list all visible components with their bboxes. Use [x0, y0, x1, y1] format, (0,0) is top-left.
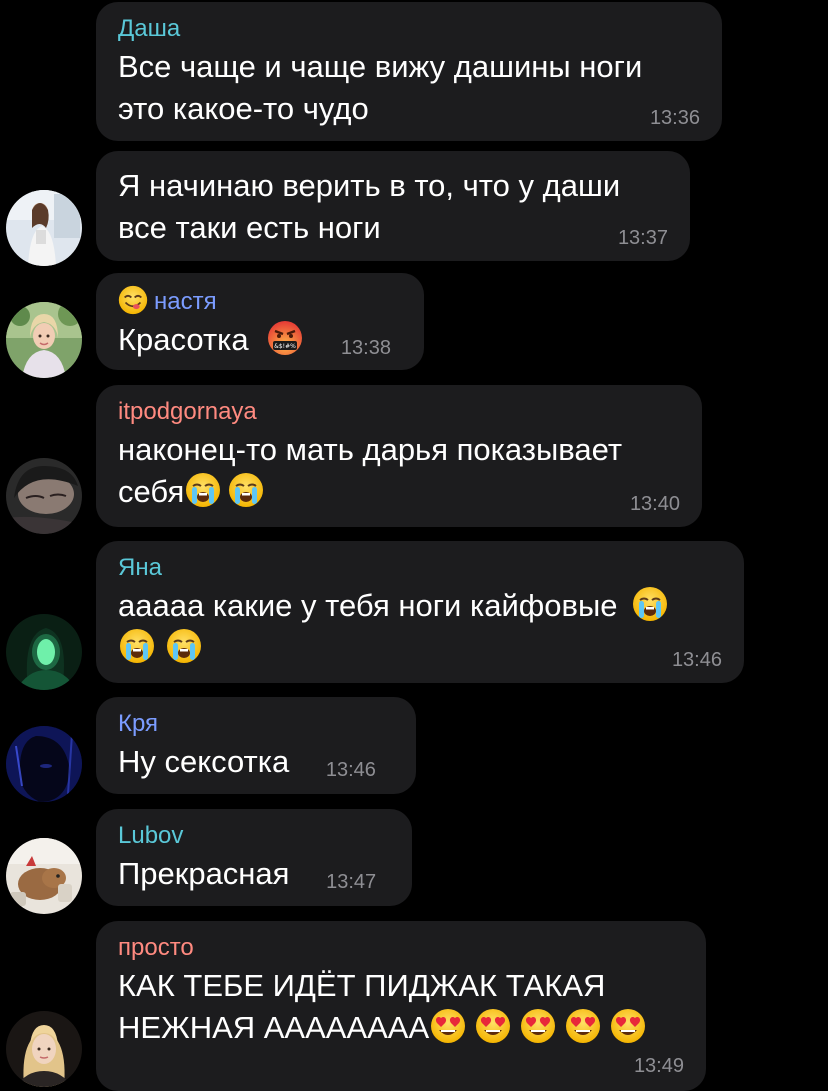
loudly-crying-face-emoji [166, 628, 202, 664]
message-bubble[interactable]: Я начинаю верить в то, что у даши все та… [96, 151, 690, 261]
sender-name[interactable]: Яна [118, 553, 722, 583]
blonde-girl-avatar[interactable] [6, 302, 82, 378]
message-text-line: Я начинаю верить в то, что у даши [118, 168, 621, 203]
blonde-portrait-avatar[interactable] [6, 1011, 82, 1087]
message-text-line: КАК ТЕБЕ ИДЁТ ПИДЖАК ТАКАЯ [118, 968, 606, 1003]
message-text-line: НЕЖНАЯ АААААААА [118, 1007, 684, 1049]
message-time: 13:49 [633, 1055, 684, 1077]
message-bubble[interactable]: Яна ааааа какие у тебя ноги кайфовые 13:… [96, 541, 744, 683]
loudly-crying-face-emoji [228, 472, 264, 508]
sender-name[interactable]: настя [118, 285, 402, 317]
girl-light-room-avatar[interactable] [6, 190, 82, 266]
message-time: 13:40 [629, 493, 680, 515]
sender-name[interactable]: Lubov [118, 821, 390, 851]
blue-dark-avatar[interactable] [6, 726, 82, 802]
loudly-crying-face-emoji [632, 586, 668, 622]
message-text-line [118, 627, 722, 669]
message-time: 13:46 [671, 649, 722, 671]
message-time: 13:38 [340, 337, 391, 359]
sender-name-text: настя [154, 288, 217, 315]
message-bubble[interactable]: Кря Ну сексотка 13:46 [96, 697, 416, 794]
sender-name[interactable]: просто [118, 933, 684, 963]
smiling-face-with-heart-eyes-emoji [520, 1008, 556, 1044]
message-text: Прекрасная [118, 856, 290, 891]
sender-name[interactable]: Кря [118, 709, 394, 739]
smiling-face-with-heart-eyes-emoji [610, 1008, 646, 1044]
smiling-face-with-heart-eyes-emoji [475, 1008, 511, 1044]
message-time: 13:37 [617, 227, 668, 249]
loudly-crying-face-emoji [119, 628, 155, 664]
message-text: Ну сексотка [118, 744, 290, 779]
message-text-line: это какое-то чудо [118, 91, 369, 126]
sender-name[interactable]: itpodgornaya [118, 397, 680, 427]
sender-name[interactable]: Даша [118, 14, 700, 44]
capybara-avatar[interactable] [6, 838, 82, 914]
dark-face-avatar[interactable] [6, 458, 82, 534]
message-text-line: ааааа какие у тебя ноги кайфовые [118, 585, 722, 627]
message-text-line: Ну сексотка 13:46 [118, 741, 394, 783]
smiling-face-with-heart-eyes-emoji [430, 1008, 466, 1044]
message-text-line: Прекрасная 13:47 [118, 853, 390, 895]
face-with-symbols-on-mouth-emoji [267, 320, 303, 356]
smiling-face-with-heart-eyes-emoji [565, 1008, 601, 1044]
message-text: ааааа какие у тебя ноги кайфовые [118, 588, 618, 623]
message-text-line: себя [118, 471, 680, 513]
message-text: НЕЖНАЯ АААААААА [118, 1010, 430, 1045]
loudly-crying-face-emoji [185, 472, 221, 508]
message-bubble[interactable]: Lubov Прекрасная 13:47 [96, 809, 412, 906]
message-time: 13:47 [326, 871, 377, 893]
message-text: себя [118, 474, 185, 509]
message-bubble[interactable]: itpodgornaya наконец-то мать дарья показ… [96, 385, 702, 527]
message-text: Красотка [118, 322, 249, 357]
message-time: 13:36 [649, 107, 700, 129]
message-text-line: все таки есть ноги [118, 210, 381, 245]
message-text-line: Все чаще и чаще вижу дашины ноги [118, 49, 643, 84]
face-savoring-food-emoji [118, 285, 148, 315]
green-light-avatar[interactable] [6, 614, 82, 690]
message-time: 13:46 [325, 759, 376, 781]
message-text-line: наконец-то мать дарья показывает [118, 432, 623, 467]
message-bubble[interactable]: Даша Все чаще и чаще вижу дашины ноги эт… [96, 2, 722, 141]
message-bubble[interactable]: настя Красотка 13:38 [96, 273, 424, 370]
message-bubble[interactable]: просто КАК ТЕБЕ ИДЁТ ПИДЖАК ТАКАЯ НЕЖНАЯ… [96, 921, 706, 1091]
message-text-line: Красотка 13:38 [118, 319, 402, 361]
